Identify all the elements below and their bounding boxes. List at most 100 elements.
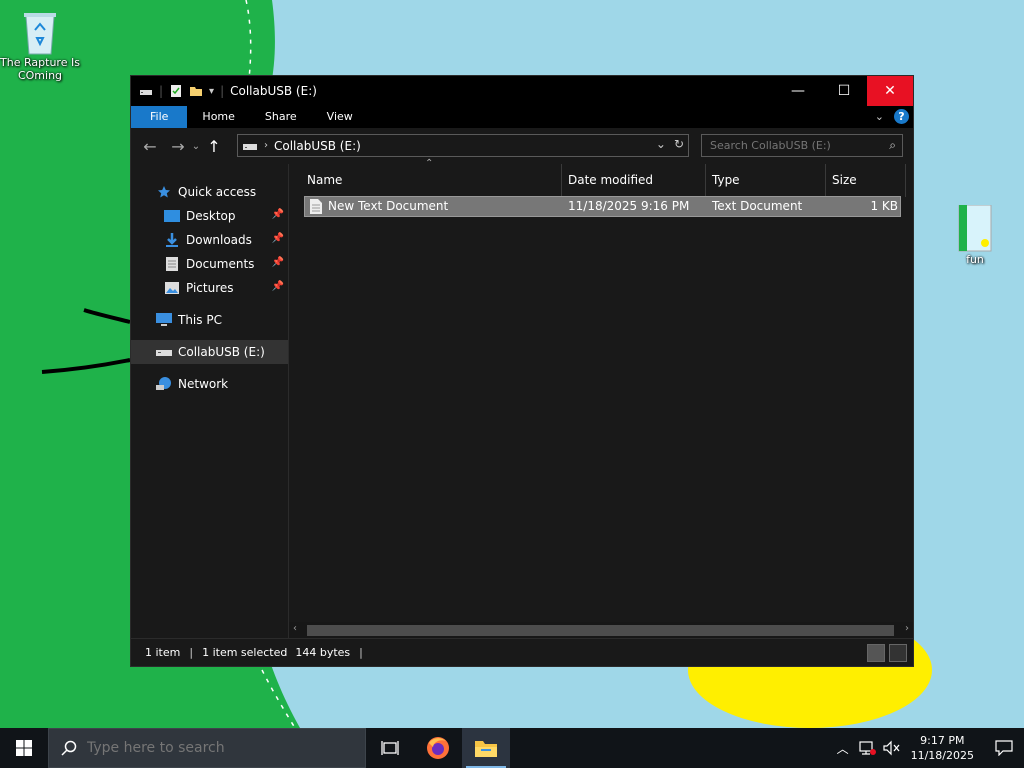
fun-label: fun (966, 253, 984, 266)
nav-item-network[interactable]: Network (131, 372, 288, 396)
pin-icon[interactable]: 📌 (272, 209, 284, 220)
file-row[interactable]: New Text Document 11/18/2025 9:16 PM Tex… (304, 196, 901, 217)
system-tray: ︿ 9:17 PM 11/18/2025 (837, 728, 1024, 768)
address-text: CollabUSB (E:) (274, 138, 361, 153)
computer-icon (155, 312, 173, 328)
help-icon[interactable]: ? (894, 109, 909, 124)
nav-label: CollabUSB (E:) (178, 345, 265, 359)
window-title: CollabUSB (E:) (230, 84, 317, 98)
tab-home[interactable]: Home (187, 106, 249, 128)
explorer-body: Quick access Desktop 📌 Downloads 📌 Docum… (131, 158, 913, 639)
recycle-bin-desktop-icon[interactable]: The Rapture Is COming (0, 8, 80, 82)
show-hidden-icons-chevron-icon[interactable]: ︿ (837, 740, 849, 757)
breadcrumb-chevron-icon: › (264, 140, 268, 151)
nav-item-this-pc[interactable]: This PC (131, 308, 288, 332)
large-icons-view-icon[interactable] (889, 644, 907, 662)
status-separator: | (359, 646, 363, 659)
download-icon (163, 232, 181, 248)
column-headers: Name ⌃ Date modified Type Size (289, 158, 913, 197)
navigation-bar: ← → ⌄ ↑ › CollabUSB (E:) ⌄ ↻ ⌕ (131, 128, 913, 164)
refresh-icon[interactable]: ↻ (674, 137, 684, 151)
file-list-pane: Name ⌃ Date modified Type Size New Text … (289, 158, 913, 639)
selected-size: 144 bytes (295, 646, 351, 659)
pin-icon[interactable]: 📌 (272, 257, 284, 268)
tab-file[interactable]: File (131, 106, 188, 128)
scrollbar-thumb[interactable] (307, 625, 894, 636)
recent-locations-chevron-icon[interactable]: ⌄ (189, 141, 203, 152)
windows-logo-icon (16, 740, 32, 756)
nav-label: Pictures (186, 281, 234, 295)
image-file-icon (958, 205, 992, 252)
network-icon (155, 376, 173, 392)
taskbar-search-input[interactable] (87, 740, 337, 756)
column-date-modified[interactable]: Date modified (562, 164, 706, 197)
nav-item-desktop[interactable]: Desktop 📌 (131, 204, 288, 228)
close-button[interactable]: ✕ (867, 76, 913, 106)
recycle-bin-label: The Rapture Is COming (0, 56, 80, 82)
start-button[interactable] (0, 728, 48, 768)
nav-label: This PC (178, 313, 222, 327)
tab-view[interactable]: View (312, 106, 368, 128)
star-icon (155, 184, 173, 200)
fun-desktop-icon[interactable]: fun (935, 205, 1015, 266)
nav-item-documents[interactable]: Documents 📌 (131, 252, 288, 276)
clock-date: 11/18/2025 (910, 749, 974, 762)
status-bar: 1 item | 1 item selected 144 bytes | (131, 638, 913, 666)
forward-button[interactable]: → (167, 137, 189, 156)
minimize-button[interactable]: — (775, 76, 821, 106)
qat-dropdown-icon[interactable]: ▾ (209, 86, 214, 97)
firefox-taskbar-button[interactable] (414, 728, 462, 768)
taskbar-search[interactable] (48, 728, 366, 768)
nav-label: Desktop (186, 209, 236, 223)
file-name: New Text Document (328, 199, 449, 213)
search-box[interactable]: ⌕ (701, 134, 903, 157)
item-count: 1 item (145, 646, 181, 659)
column-type[interactable]: Type (706, 164, 826, 197)
file-type: Text Document (712, 199, 803, 213)
expand-ribbon-icon[interactable]: ⌄ (875, 110, 884, 123)
back-button[interactable]: ← (139, 137, 161, 156)
clock[interactable]: 9:17 PM 11/18/2025 (911, 733, 974, 763)
action-center-button[interactable] (984, 728, 1024, 768)
scroll-left-icon[interactable]: ‹ (293, 623, 297, 634)
scroll-right-icon[interactable]: › (905, 623, 909, 634)
search-input[interactable] (702, 135, 872, 156)
pin-icon[interactable]: 📌 (272, 233, 284, 244)
volume-muted-icon[interactable] (882, 740, 901, 756)
notification-icon (995, 740, 1013, 756)
nav-label: Network (178, 377, 229, 391)
nav-item-quick-access[interactable]: Quick access (131, 180, 288, 204)
desktop-icon (163, 208, 181, 224)
task-view-button[interactable] (366, 728, 414, 768)
details-view-icon[interactable] (867, 644, 885, 662)
tab-share[interactable]: Share (250, 106, 312, 128)
nav-item-collabusb[interactable]: CollabUSB (E:) (131, 340, 288, 364)
search-icon: ⌕ (889, 138, 896, 152)
ribbon-right-controls: ⌄ ? (875, 109, 909, 124)
maximize-button[interactable]: ☐ (821, 76, 867, 106)
sort-ascending-icon: ⌃ (425, 158, 434, 169)
address-dropdown-icon[interactable]: ⌄ (656, 137, 666, 151)
title-bar[interactable]: | ▾ | CollabUSB (E:) — ☐ ✕ (131, 76, 913, 106)
pin-icon[interactable]: 📌 (272, 281, 284, 292)
firefox-icon (427, 737, 449, 759)
network-status-icon[interactable] (858, 740, 877, 756)
new-folder-icon[interactable] (189, 84, 203, 98)
properties-icon[interactable] (169, 84, 183, 98)
task-view-icon (381, 741, 399, 755)
column-size[interactable]: Size (826, 164, 906, 197)
file-explorer-window: | ▾ | CollabUSB (E:) — ☐ ✕ File Home Sha… (130, 75, 914, 667)
horizontal-scrollbar[interactable]: ‹ › (289, 622, 913, 639)
taskbar: ︿ 9:17 PM 11/18/2025 (0, 728, 1024, 768)
document-icon (163, 256, 181, 272)
window-controls: — ☐ ✕ (775, 76, 913, 106)
text-file-icon (310, 199, 322, 214)
pictures-icon (163, 280, 181, 296)
file-explorer-taskbar-button[interactable] (462, 728, 510, 768)
address-bar[interactable]: › CollabUSB (E:) ⌄ ↻ (237, 134, 689, 157)
up-button[interactable]: ↑ (203, 137, 225, 156)
nav-item-downloads[interactable]: Downloads 📌 (131, 228, 288, 252)
quick-access-toolbar: | ▾ | (131, 84, 224, 98)
nav-item-pictures[interactable]: Pictures 📌 (131, 276, 288, 300)
file-size: 1 KB (870, 199, 898, 213)
